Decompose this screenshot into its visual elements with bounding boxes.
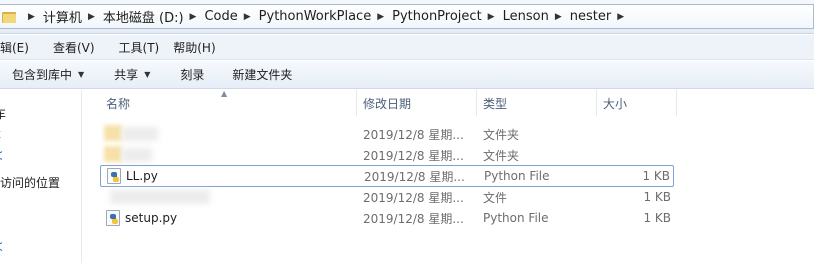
file-type: Python File — [484, 169, 550, 183]
file-name-redacted — [110, 190, 210, 204]
column-header-date[interactable]: 修改日期 — [357, 90, 477, 116]
command-toolbar: 包含到库中 ▼ 共享 ▼ 刻录 新建文件夹 — [0, 61, 814, 89]
list-item[interactable]: LL.py 2019/12/8 星期... Python File 1 KB — [100, 165, 674, 187]
include-in-library-label: 包含到库中 — [12, 68, 73, 82]
chevron-right-icon[interactable]: ▶ — [82, 12, 103, 22]
file-date: 2019/12/8 星期... — [363, 127, 464, 142]
folder-icon — [104, 146, 122, 162]
chevron-right-icon[interactable]: ▶ — [22, 12, 43, 22]
list-item[interactable]: 2019/12/8 星期... 文件夹 — [100, 145, 674, 165]
chevron-right-icon[interactable]: ▶ — [611, 12, 632, 22]
file-name-cell: LL.py — [107, 166, 158, 186]
breadcrumb-item-nester[interactable]: ▶ nester — [549, 5, 611, 28]
breadcrumb[interactable]: ▶ 计算机 ▶ 本地磁盘 (D:) ▶ Code ▶ PythonWorkPla… — [0, 4, 814, 29]
chevron-right-icon[interactable]: ▶ — [371, 12, 392, 22]
menu-help[interactable]: 帮助(H) — [167, 39, 221, 56]
list-item[interactable]: 2019/12/8 星期... 文件 1 KB — [100, 187, 674, 207]
file-date: 2019/12/8 星期... — [363, 211, 464, 226]
folder-icon — [104, 125, 122, 141]
breadcrumb-item-computer[interactable]: ▶ 计算机 — [22, 5, 82, 28]
file-name-cell: setup.py — [106, 208, 177, 228]
nav-item-partial[interactable]: ᴋ — [0, 127, 1, 141]
folder-icon — [2, 11, 16, 23]
file-name-redacted — [122, 127, 158, 141]
nav-item-partial[interactable]: 车 — [0, 105, 6, 122]
chevron-right-icon[interactable]: ▶ — [184, 12, 205, 22]
file-type: 文件夹 — [483, 148, 520, 163]
chevron-right-icon[interactable]: ▶ — [549, 12, 570, 22]
share-label: 共享 — [114, 68, 139, 82]
menu-view[interactable]: 查看(V) — [47, 39, 101, 56]
file-size: 1 KB — [643, 211, 671, 225]
burn-button[interactable]: 刻录 — [180, 66, 204, 83]
file-date: 2019/12/8 星期... — [364, 169, 465, 184]
list-item[interactable]: setup.py 2019/12/8 星期... Python File 1 K… — [100, 208, 674, 228]
list-item[interactable]: 2019/12/8 星期... 文件夹 — [100, 124, 674, 144]
file-date: 2019/12/8 星期... — [363, 148, 464, 163]
file-list: ▲ 名称 修改日期 类型 大小 2019/12/8 星期... 文件夹 2019… — [83, 89, 814, 263]
new-folder-button[interactable]: 新建文件夹 — [232, 66, 292, 83]
file-size: 1 KB — [642, 169, 670, 183]
share-button[interactable]: 共享 ▼ — [114, 66, 150, 83]
file-name-redacted — [122, 148, 152, 162]
nav-item-recent-places[interactable]: 访问的位置 — [0, 174, 60, 191]
file-type: Python File — [483, 211, 549, 225]
nav-item-partial[interactable]: ᐸ — [0, 240, 3, 254]
breadcrumb-item-local-disk[interactable]: ▶ 本地磁盘 (D:) — [82, 5, 184, 28]
menu-edit[interactable]: 辑(E) — [0, 39, 35, 56]
column-header-size[interactable]: 大小 — [597, 90, 677, 116]
file-name: LL.py — [126, 169, 158, 183]
breadcrumb-item-pythonproject[interactable]: ▶ PythonProject — [371, 5, 481, 28]
address-bar: ▶ 计算机 ▶ 本地磁盘 (D:) ▶ Code ▶ PythonWorkPla… — [0, 0, 814, 34]
file-type: 文件夹 — [483, 127, 520, 142]
menu-tools[interactable]: 工具(T) — [113, 39, 166, 56]
nav-item-partial[interactable]: ᐸ — [0, 149, 3, 163]
python-file-icon — [107, 168, 121, 184]
breadcrumb-item-pythonworkplace[interactable]: ▶ PythonWorkPlace — [238, 5, 371, 28]
breadcrumb-item-lenson[interactable]: ▶ Lenson — [482, 5, 549, 28]
menu-bar: 辑(E) 查看(V) 工具(T) 帮助(H) — [0, 35, 814, 60]
python-file-icon — [106, 210, 120, 226]
dropdown-arrow-icon: ▼ — [78, 70, 85, 79]
dropdown-arrow-icon: ▼ — [144, 70, 151, 79]
chevron-right-icon[interactable]: ▶ — [238, 12, 259, 22]
include-in-library-button[interactable]: 包含到库中 ▼ — [12, 66, 84, 83]
file-name: setup.py — [125, 211, 178, 225]
file-size: 1 KB — [643, 190, 671, 204]
file-date: 2019/12/8 星期... — [363, 190, 464, 205]
navigation-pane: 车 ᴋ ᐸ 访问的位置 ᐸ — [0, 90, 82, 263]
breadcrumb-item-code[interactable]: ▶ Code — [184, 5, 238, 28]
file-type: 文件 — [483, 190, 508, 205]
column-header-name[interactable]: 名称 — [100, 90, 357, 116]
column-header-type[interactable]: 类型 — [477, 90, 597, 116]
breadcrumb-trailing[interactable]: ▶ — [611, 5, 632, 28]
chevron-right-icon[interactable]: ▶ — [482, 12, 503, 22]
